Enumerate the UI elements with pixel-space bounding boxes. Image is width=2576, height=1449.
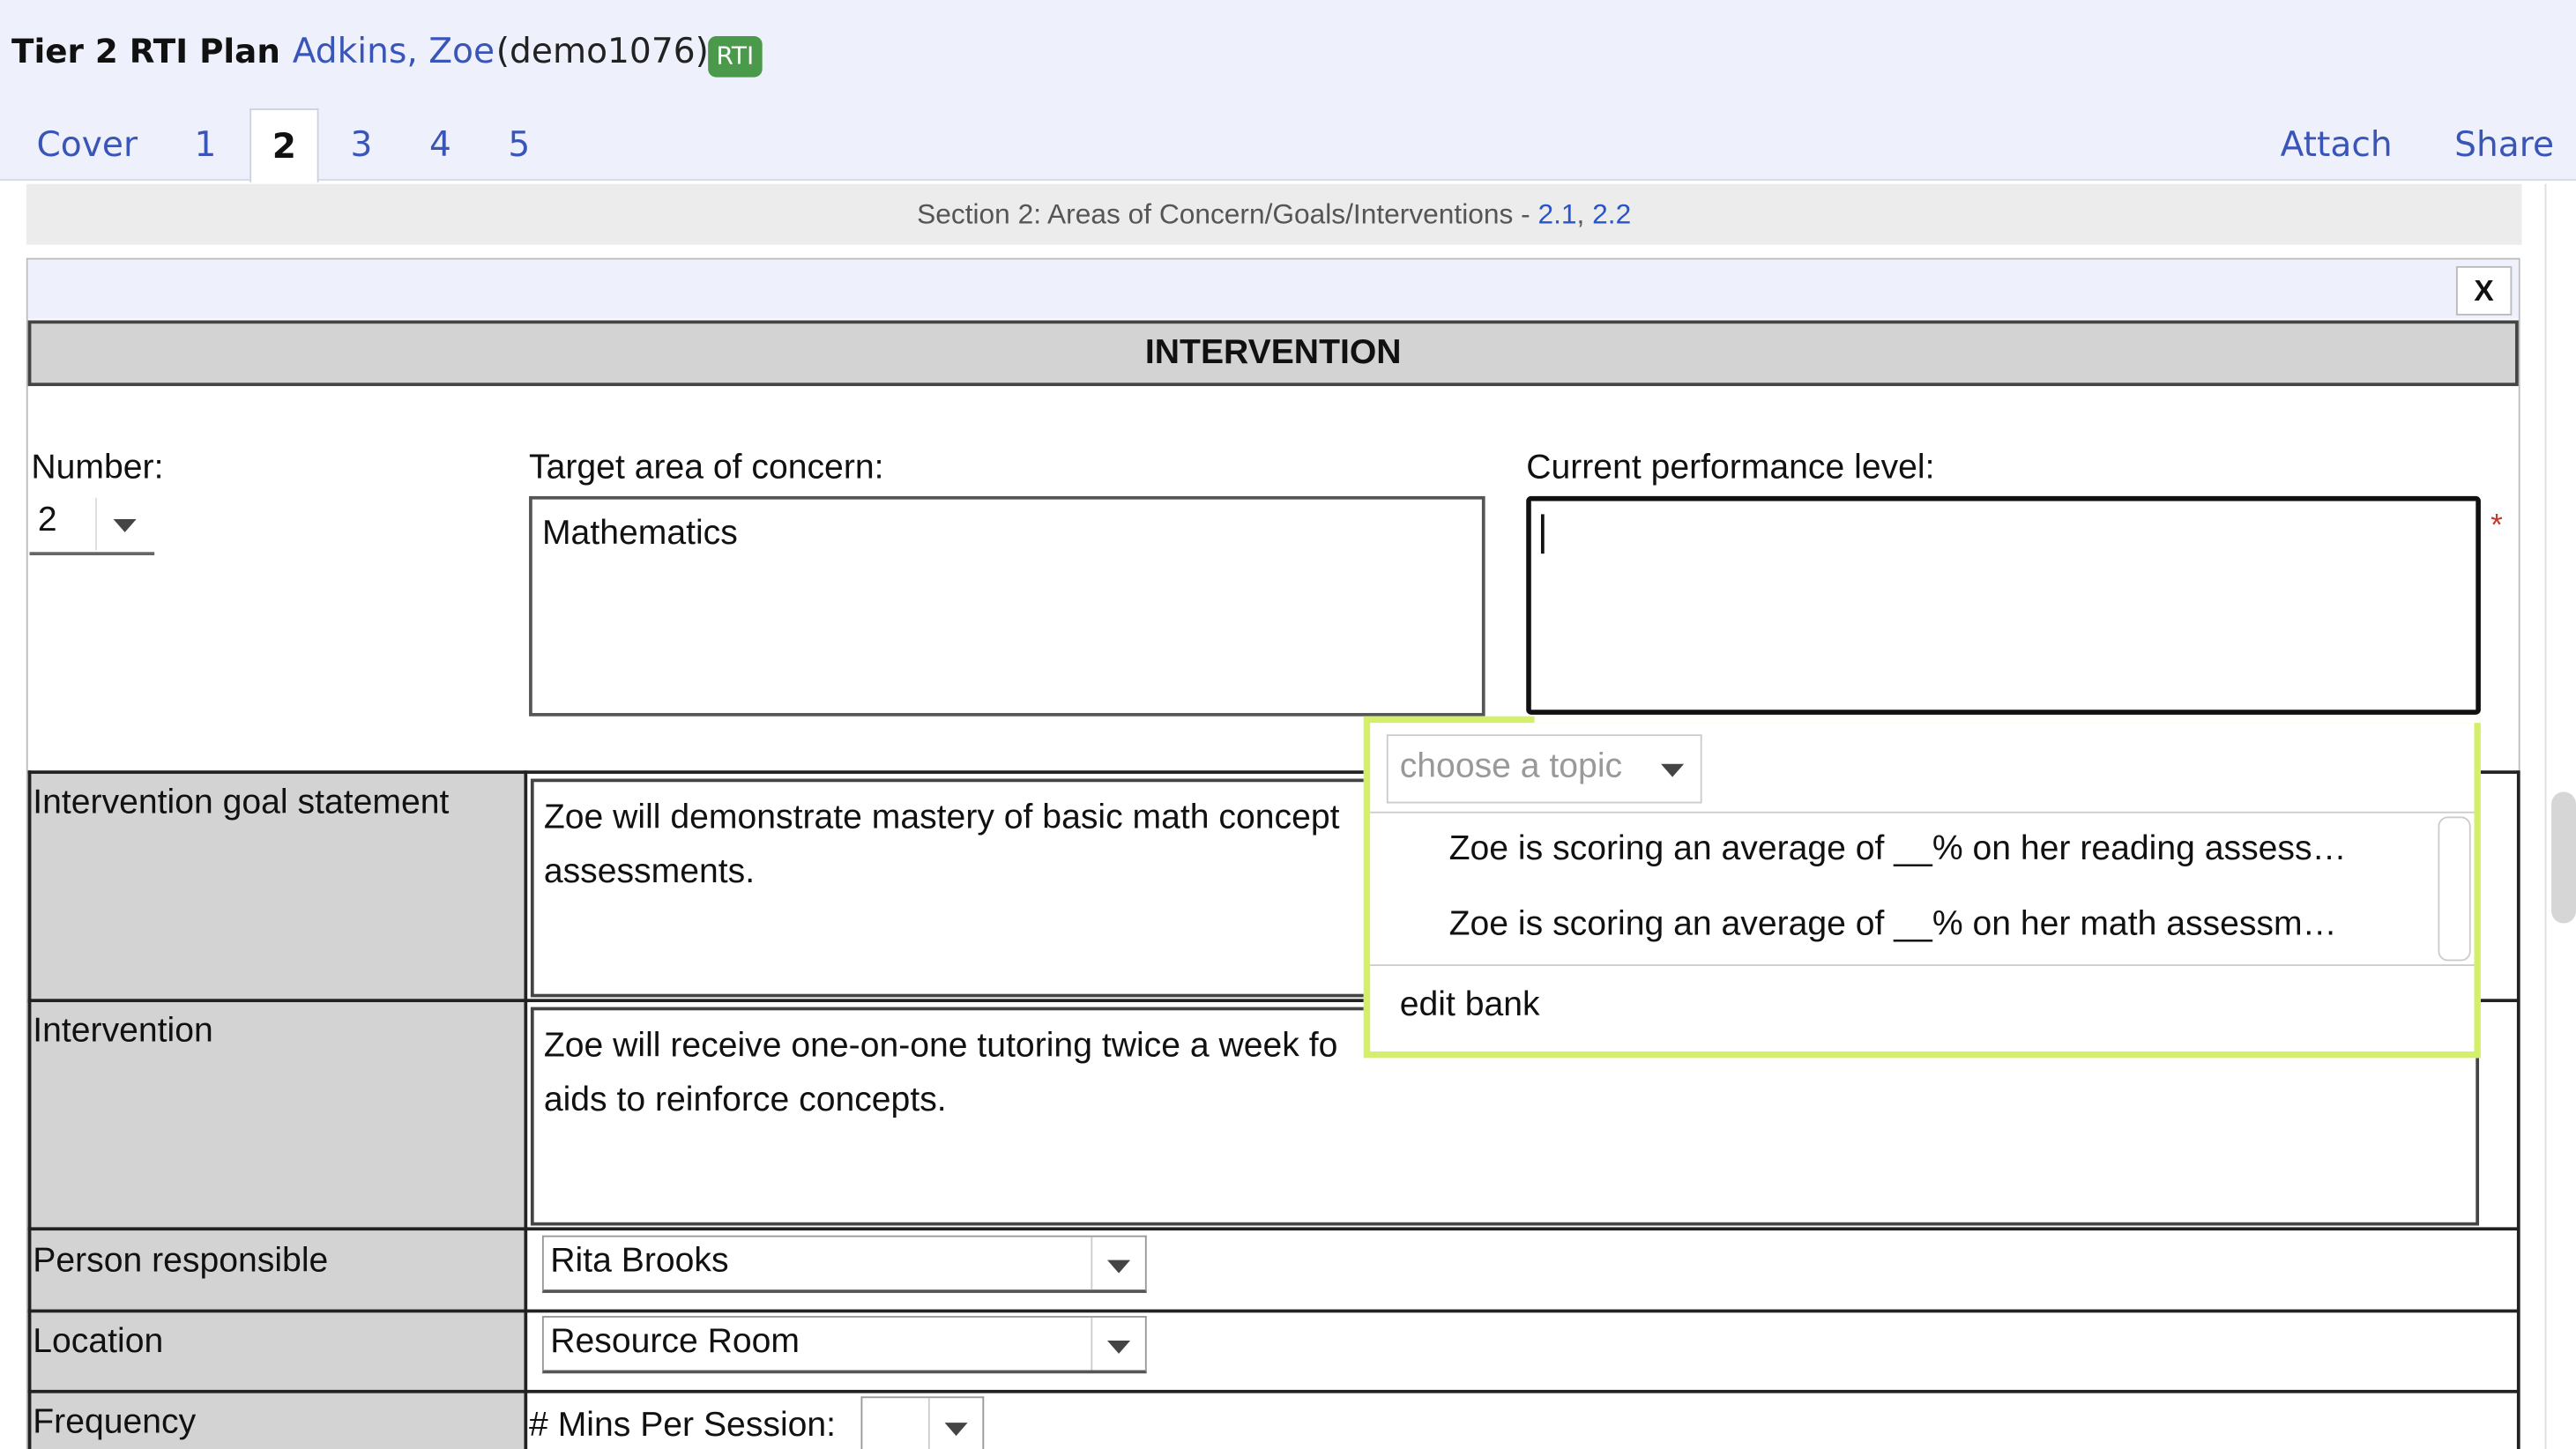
section-link-2-2[interactable]: 2.2 [1592, 199, 1631, 230]
tab-2[interactable]: 2 [249, 108, 319, 182]
location-value: Resource Room [550, 1322, 800, 1361]
student-id: (demo1076) [495, 31, 709, 71]
tab-cover[interactable]: Cover [23, 108, 151, 181]
performance-level-input[interactable] [1526, 495, 2481, 715]
comment-option-reading[interactable]: Zoe is scoring an average of __% on her … [1449, 829, 2347, 869]
share-link[interactable]: Share [2454, 108, 2554, 181]
location-label: Location [33, 1322, 164, 1361]
number-value: 2 [37, 501, 57, 539]
viewport: Tier 2 RTI Plan Adkins, Zoe (demo1076) R… [0, 0, 2576, 1449]
performance-label: Current performance level: [1526, 448, 1935, 487]
chevron-down-icon [1661, 763, 1685, 777]
page-scrollbar-thumb[interactable] [2551, 791, 2576, 924]
tab-4[interactable]: 4 [415, 108, 465, 181]
chevron-down-icon [113, 519, 137, 532]
section-separator: , [1576, 198, 1593, 230]
goal-text-line-1: Zoe will demonstrate mastery of basic ma… [543, 798, 1340, 836]
target-label: Target area of concern: [529, 448, 884, 487]
mins-per-session-label: # Mins Per Session: [529, 1406, 837, 1445]
panel-header [27, 259, 2519, 319]
row-divider [27, 1309, 2519, 1313]
comment-list-scrollbar[interactable] [2438, 816, 2471, 962]
row-divider [27, 1227, 2519, 1231]
person-responsible-value: Rita Brooks [550, 1242, 729, 1281]
target-area-value: Mathematics [541, 514, 738, 553]
topic-placeholder: choose a topic [1399, 747, 1623, 785]
intervention-text-line-1: Zoe will receive one-on-one tutoring twi… [543, 1026, 1338, 1065]
column-divider [2516, 770, 2520, 1449]
column-divider [524, 770, 528, 1449]
number-label: Number: [31, 448, 164, 487]
intervention-heading: INTERVENTION [27, 320, 2519, 387]
intervention-label: Intervention [33, 1012, 213, 1051]
top-bar [0, 0, 2576, 182]
tab-3[interactable]: 3 [337, 108, 386, 181]
tab-5[interactable]: 5 [495, 108, 544, 181]
frequency-label: Frequency [33, 1402, 197, 1441]
edit-bank-link[interactable]: edit bank [1400, 985, 1540, 1025]
row-divider [27, 1389, 2519, 1393]
required-marker: * [2490, 509, 2503, 544]
goal-label: Intervention goal statement [33, 784, 450, 821]
popup-top-edge [1534, 716, 2481, 724]
section-bar: Section 2: Areas of Concern/Goals/Interv… [26, 183, 2522, 245]
chevron-down-icon [944, 1423, 968, 1437]
rti-badge: RTI [708, 36, 763, 78]
column-divider [27, 770, 32, 1449]
section-link-2-1[interactable]: 2.1 [1537, 199, 1576, 230]
chevron-down-icon [1107, 1260, 1131, 1274]
comment-option-math[interactable]: Zoe is scoring an average of __% on her … [1449, 905, 2337, 945]
tab-1[interactable]: 1 [181, 108, 230, 181]
goal-text-line-2: assessments. [543, 852, 756, 891]
student-name-link[interactable]: Adkins, Zoe [293, 31, 495, 71]
chevron-down-icon [1107, 1340, 1131, 1354]
close-button[interactable]: X [2455, 265, 2513, 316]
person-responsible-label: Person responsible [33, 1242, 329, 1281]
attach-link[interactable]: Attach [2281, 108, 2393, 181]
section-title: Section 2: Areas of Concern/Goals/Interv… [917, 198, 1538, 230]
intervention-text-line-2: aids to reinforce concepts. [543, 1081, 947, 1119]
text-cursor [1540, 514, 1545, 554]
page-title: Tier 2 RTI Plan [11, 31, 280, 71]
